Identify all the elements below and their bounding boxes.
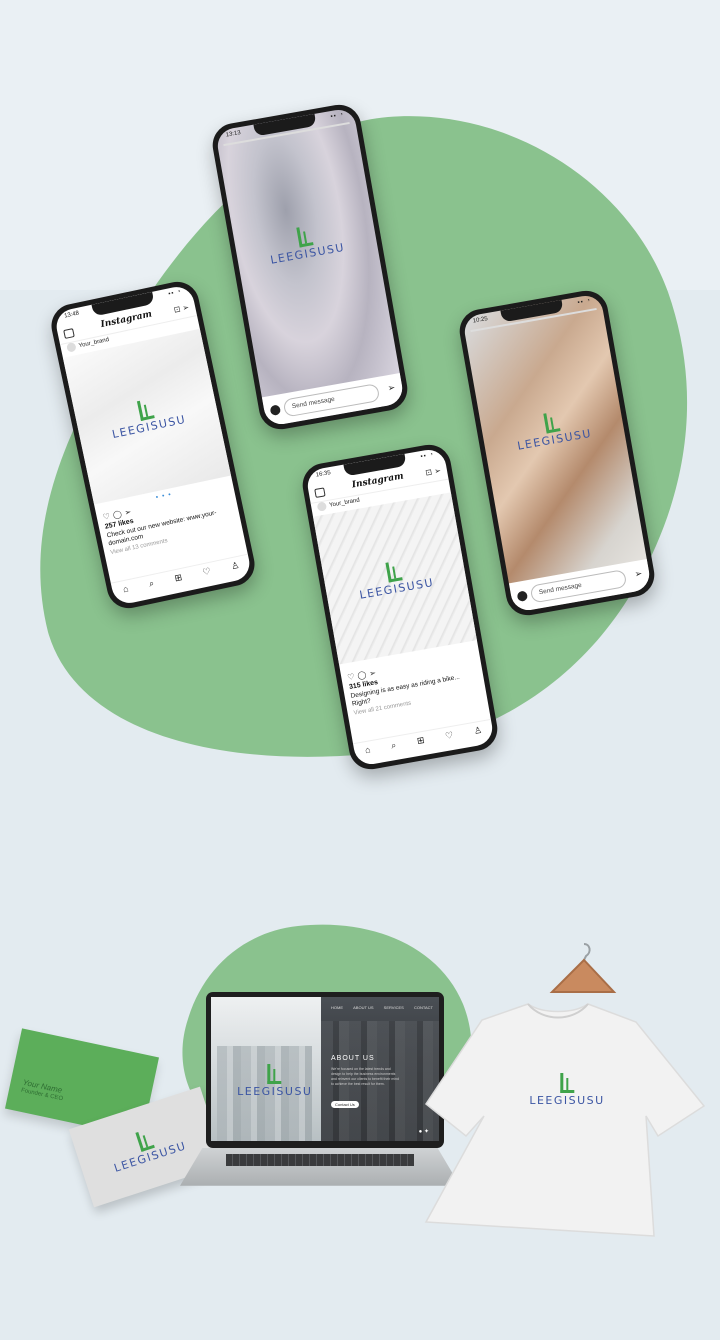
signal-icon: ▪▪ ◔: [577, 297, 592, 307]
status-time: 13:48: [63, 310, 80, 320]
nav-about[interactable]: ABOUT US: [353, 1005, 373, 1010]
add-icon[interactable]: ⊞: [174, 572, 184, 587]
camera-icon[interactable]: [63, 328, 75, 339]
home-icon[interactable]: ⌂: [364, 744, 372, 759]
website-left-panel: LEEGISUSU: [211, 997, 321, 1141]
logo-mark: [267, 1063, 282, 1084]
search-icon[interactable]: ⌕: [390, 740, 397, 755]
tshirt-mockup: [424, 1003, 706, 1237]
profile-icon[interactable]: ♙: [473, 725, 483, 740]
signal-icon: ▪▪ ◔: [420, 451, 435, 461]
logo-mark: [542, 411, 561, 434]
logo-mark: [295, 225, 314, 248]
laptop-keyboard: [226, 1154, 414, 1166]
signal-icon: ▪▪ ◔: [330, 111, 345, 121]
search-icon[interactable]: ⌕: [148, 578, 156, 593]
add-icon[interactable]: ⊞: [416, 735, 426, 750]
carousel-dots: • • •: [155, 491, 173, 502]
heart-icon[interactable]: ♡: [444, 730, 454, 745]
website-preview: LEEGISUSU HOME ABOUT US SERVICES CONTACT…: [211, 997, 439, 1141]
logo-mark: [136, 398, 155, 422]
send-icon[interactable]: ⊡ ➢: [173, 303, 190, 315]
logo-mark: [135, 1128, 155, 1153]
post-image[interactable]: LEEGISUSU: [313, 492, 477, 665]
nav-home[interactable]: HOME: [331, 1005, 343, 1010]
profile-icon[interactable]: ♙: [230, 560, 241, 575]
status-time: 16:35: [315, 470, 332, 479]
send-message-input[interactable]: Send message: [529, 569, 628, 604]
heart-icon[interactable]: ♡: [202, 566, 213, 581]
send-message-input[interactable]: Send message: [282, 383, 381, 418]
tshirt-logo: LEEGISUSU: [529, 1073, 604, 1107]
camera-icon[interactable]: [516, 590, 529, 602]
avatar: [66, 341, 77, 353]
contact-button[interactable]: Contact Us: [331, 1101, 359, 1108]
username: Your_brand: [328, 497, 361, 509]
logo-mark: [560, 1073, 574, 1093]
brand-logo: LEEGISUSU: [237, 1063, 313, 1098]
camera-icon[interactable]: [269, 404, 282, 416]
section-body: We're focused on the latest trends and d…: [331, 1067, 399, 1086]
logo-wordmark: LEEGISUSU: [237, 1084, 313, 1098]
home-icon[interactable]: ⌂: [122, 583, 130, 598]
brand-logo: LEEGISUSU: [266, 220, 346, 267]
camera-icon[interactable]: [314, 487, 326, 498]
status-time: 10:25: [472, 316, 489, 325]
signal-icon: ▪▪ ◔: [167, 288, 183, 298]
brand-logo: LEEGISUSU: [107, 392, 187, 441]
brand-logo: LEEGISUSU: [513, 406, 593, 453]
instagram-logo: Instagram: [351, 471, 405, 491]
logo-mark: [385, 560, 403, 583]
brand-logo: LEEGISUSU: [106, 1119, 188, 1175]
brand-logo: LEEGISUSU: [355, 555, 435, 602]
send-icon[interactable]: ⊡ ➢: [425, 466, 442, 478]
post-image[interactable]: LEEGISUSU: [62, 328, 232, 505]
nav-services[interactable]: SERVICES: [384, 1005, 404, 1010]
status-time: 13:13: [225, 130, 242, 139]
send-icon[interactable]: ➢: [634, 568, 643, 580]
avatar: [316, 501, 328, 512]
logo-wordmark: LEEGISUSU: [529, 1094, 605, 1107]
section-title: ABOUT US: [331, 1055, 375, 1062]
send-icon[interactable]: ➢: [387, 382, 396, 394]
